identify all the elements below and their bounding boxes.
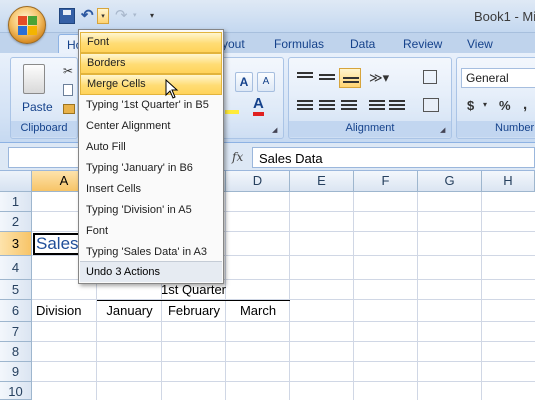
clipboard-group-label: Clipboard bbox=[11, 121, 77, 137]
undo-menu-item[interactable]: Merge Cells bbox=[80, 74, 222, 95]
font-color-button[interactable]: A bbox=[253, 96, 264, 116]
tab-view[interactable]: View bbox=[467, 37, 493, 51]
row-header-2[interactable]: 2 bbox=[0, 212, 32, 232]
orientation-icon[interactable]: ≫▾ bbox=[369, 70, 389, 86]
row-header-8[interactable]: 8 bbox=[0, 342, 32, 362]
paste-icon[interactable] bbox=[23, 64, 45, 94]
increase-indent-icon[interactable] bbox=[389, 100, 405, 112]
formula-input[interactable]: Sales Data bbox=[252, 147, 535, 168]
comma-button[interactable]: , bbox=[523, 96, 527, 113]
row-header-7[interactable]: 7 bbox=[0, 322, 32, 342]
window-title: Book1 - Mic bbox=[474, 9, 535, 24]
fill-color-icon[interactable] bbox=[225, 100, 239, 114]
undo-menu-item[interactable]: Typing '1st Quarter' in B5 bbox=[80, 95, 222, 116]
row-header-9[interactable]: 9 bbox=[0, 362, 32, 382]
top-align-icon[interactable] bbox=[297, 72, 313, 84]
tab-review[interactable]: Review bbox=[403, 37, 442, 51]
undo-icon[interactable]: ↶ bbox=[81, 8, 97, 24]
align-right-icon[interactable] bbox=[341, 100, 357, 112]
gridline bbox=[353, 192, 354, 400]
row-header-5[interactable]: 5 bbox=[0, 280, 32, 300]
align-center-icon[interactable] bbox=[319, 100, 335, 112]
undo-dropdown-button[interactable]: ▾ bbox=[97, 8, 109, 24]
cut-icon[interactable]: ✂ bbox=[63, 64, 73, 78]
shrink-font-button[interactable]: A bbox=[257, 72, 275, 92]
bottom-align-icon bbox=[343, 77, 359, 89]
tab-page-layout[interactable]: yout bbox=[222, 37, 245, 51]
gridline bbox=[481, 192, 482, 400]
undo-menu-item[interactable]: Borders bbox=[80, 53, 222, 74]
number-format-dropdown[interactable]: General bbox=[461, 68, 535, 88]
alignment-group: ≫▾ Alignment ◢ bbox=[288, 57, 452, 139]
cell-d6[interactable]: March bbox=[226, 301, 290, 321]
clipboard-group: Paste ✂ Clipboard bbox=[10, 57, 78, 139]
column-header-g[interactable]: G bbox=[418, 171, 482, 192]
decrease-indent-icon[interactable] bbox=[369, 100, 385, 112]
cell-c6[interactable]: February bbox=[162, 301, 226, 321]
merge-center-icon[interactable] bbox=[423, 98, 439, 112]
undo-menu-item[interactable]: Typing 'Sales Data' in A3 bbox=[80, 242, 222, 263]
percent-button[interactable]: % bbox=[499, 98, 511, 113]
alignment-group-label: Alignment bbox=[289, 121, 451, 137]
align-left-icon[interactable] bbox=[297, 100, 313, 112]
row-header-1[interactable]: 1 bbox=[0, 192, 32, 212]
undo-menu-item[interactable]: Insert Cells bbox=[80, 179, 222, 200]
gridline bbox=[32, 381, 535, 382]
mouse-pointer-icon bbox=[165, 79, 179, 99]
row-header-4[interactable]: 4 bbox=[0, 256, 32, 280]
currency-dropdown-icon[interactable]: ▾ bbox=[483, 100, 487, 109]
undo-menu-item[interactable]: Typing 'Division' in A5 bbox=[80, 200, 222, 221]
bottom-align-button[interactable] bbox=[339, 68, 361, 88]
cell-b6[interactable]: January bbox=[97, 301, 162, 321]
middle-align-icon[interactable] bbox=[319, 74, 335, 86]
undo-count-footer: Undo 3 Actions bbox=[80, 261, 222, 282]
undo-history-menu: Font Borders Merge Cells Typing '1st Qua… bbox=[78, 29, 224, 284]
office-button[interactable] bbox=[8, 6, 46, 44]
gridline bbox=[32, 361, 535, 362]
alignment-dialog-launcher-icon[interactable]: ◢ bbox=[440, 127, 448, 135]
office-logo-icon bbox=[18, 16, 38, 36]
row-header-3[interactable]: 3 bbox=[0, 232, 32, 256]
save-icon[interactable] bbox=[59, 8, 75, 24]
font-dialog-launcher-icon[interactable]: ◢ bbox=[272, 127, 280, 135]
column-header-d[interactable]: D bbox=[226, 171, 290, 192]
undo-menu-item[interactable]: Typing 'January' in B6 bbox=[80, 158, 222, 179]
column-header-e[interactable]: E bbox=[290, 171, 354, 192]
wrap-text-icon[interactable] bbox=[423, 70, 437, 84]
number-group: General $ ▾ % , Number bbox=[456, 57, 535, 139]
cell-a6[interactable]: Division bbox=[36, 301, 82, 321]
row-header-10[interactable]: 10 bbox=[0, 382, 32, 400]
gridline bbox=[32, 321, 535, 322]
undo-menu-item[interactable]: Auto Fill bbox=[80, 137, 222, 158]
select-all-corner[interactable] bbox=[0, 171, 32, 192]
copy-icon[interactable] bbox=[63, 84, 73, 96]
grow-font-button[interactable]: A bbox=[235, 72, 253, 92]
column-header-h[interactable]: H bbox=[482, 171, 535, 192]
gridline bbox=[417, 192, 418, 400]
column-header-f[interactable]: F bbox=[354, 171, 418, 192]
paste-button-label[interactable]: Paste bbox=[22, 100, 53, 114]
redo-dropdown-button[interactable]: ▾ bbox=[133, 8, 143, 24]
undo-menu-item[interactable]: Font bbox=[80, 221, 222, 242]
tab-formulas[interactable]: Formulas bbox=[274, 37, 324, 51]
gridline bbox=[32, 341, 535, 342]
currency-button[interactable]: $ bbox=[467, 98, 474, 113]
undo-menu-item[interactable]: Center Alignment bbox=[80, 116, 222, 137]
undo-menu-item[interactable]: Font bbox=[80, 32, 222, 53]
cell-a3: Sales bbox=[36, 234, 79, 253]
tab-data[interactable]: Data bbox=[350, 37, 375, 51]
customize-toolbar-button[interactable]: ▾ bbox=[150, 8, 162, 24]
row-header-6[interactable]: 6 bbox=[0, 300, 32, 322]
formula-value: Sales Data bbox=[259, 151, 323, 166]
number-group-label: Number bbox=[457, 121, 535, 137]
insert-function-icon[interactable]: fx bbox=[232, 150, 243, 164]
redo-icon[interactable]: ↷ bbox=[115, 8, 131, 24]
format-painter-icon[interactable] bbox=[63, 104, 75, 114]
